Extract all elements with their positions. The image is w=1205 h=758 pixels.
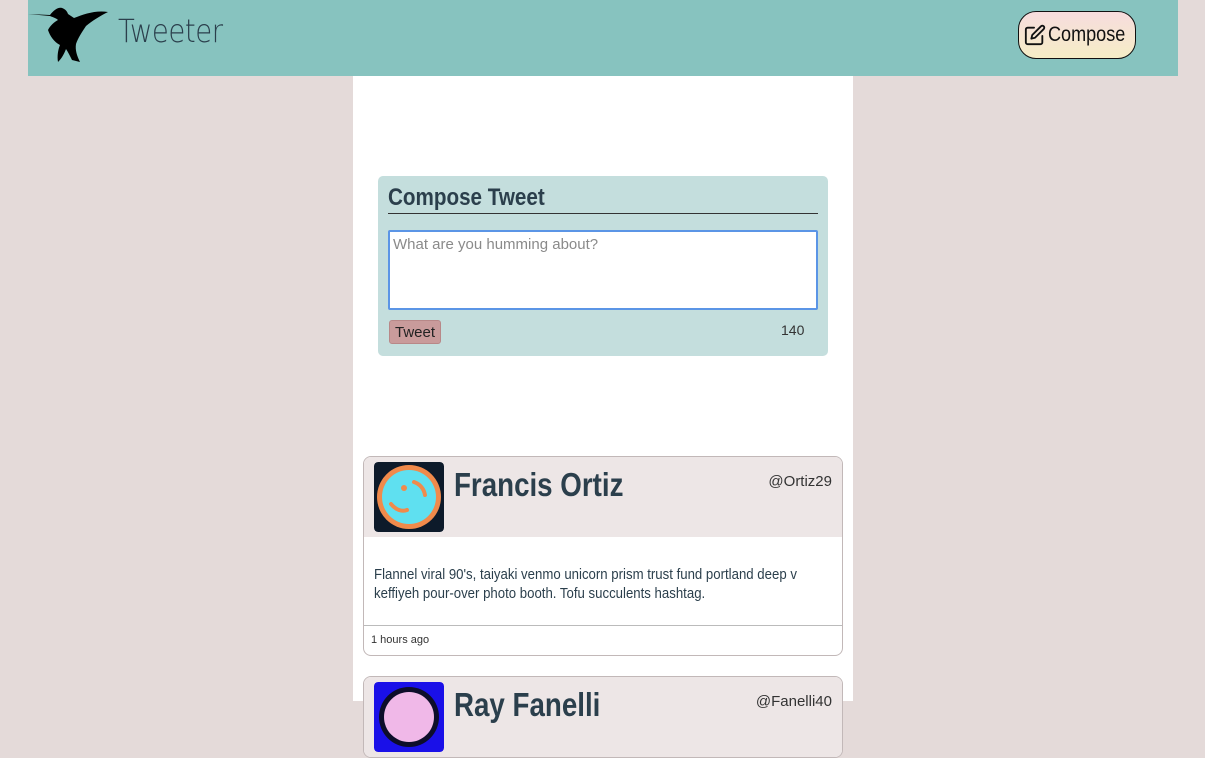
edit-icon [1024,24,1046,46]
char-counter: 140 [781,322,805,338]
tweet-author-name: Ray Fanelli [454,686,601,723]
compose-title: Compose Tweet [388,184,818,214]
tweet-button[interactable]: Tweet [389,320,441,344]
tweet-header: Ray Fanelli @Fanelli40 [364,677,842,757]
avatar-icon [374,682,444,752]
hummingbird-logo-icon[interactable] [28,2,110,64]
compose-title-text: Compose Tweet [388,184,545,211]
navbar: Tweeter Compose [28,0,1178,76]
tweet-card: Ray Fanelli @Fanelli40 [363,676,843,758]
tweet-timestamp: 1 hours ago [371,634,430,646]
tweet-footer: 1 hours ago [364,625,842,655]
tweet-header: Francis Ortiz @Ortiz29 [364,457,842,537]
tweet-card: Francis Ortiz @Ortiz29 Flannel viral 90'… [363,456,843,656]
brand-title[interactable]: Tweeter [118,12,223,50]
tweet-handle: @Ortiz29 [768,473,832,490]
tweet-handle: @Fanelli40 [755,693,832,710]
compose-tweet-section: Compose Tweet Tweet 140 [378,176,828,356]
tweet-textarea[interactable] [388,230,818,310]
compose-label: Compose [1048,23,1126,46]
main-container: Compose Tweet Tweet 140 Francis Ortiz @O… [353,76,853,758]
tweet-author-name: Francis Ortiz [454,466,624,503]
avatar-icon [374,462,444,532]
tweet-text: Flannel viral 90's, taiyaki venmo unicor… [374,566,797,602]
compose-button[interactable]: Compose [1018,11,1136,59]
tweet-content: Flannel viral 90's, taiyaki venmo unicor… [364,537,842,625]
